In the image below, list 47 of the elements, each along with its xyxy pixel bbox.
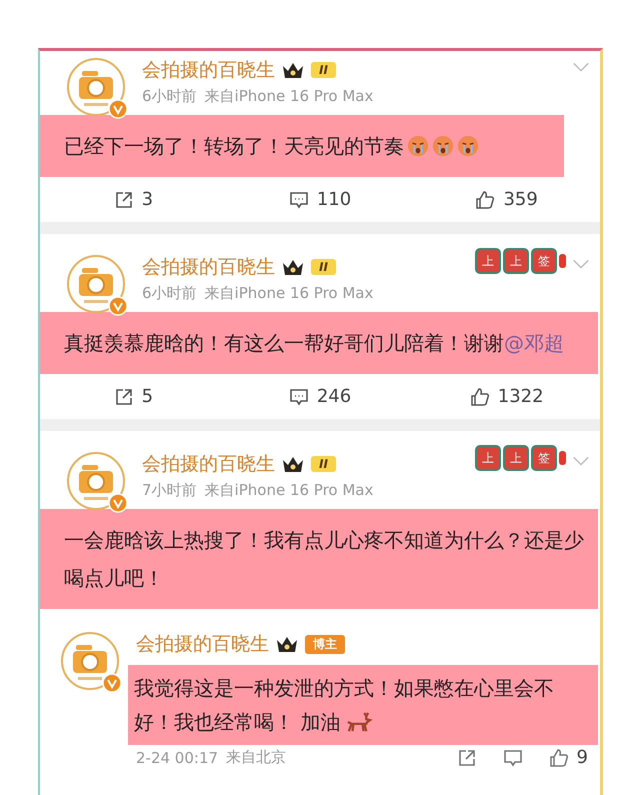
thumbs-up-icon[interactable] xyxy=(470,386,490,406)
lucky-sign-banner[interactable]: 上 上 签 xyxy=(475,248,566,274)
author-name[interactable]: 会拍摄的百晓生 xyxy=(142,57,275,83)
user-badge: II xyxy=(311,456,336,472)
comment-source: 来自北京 xyxy=(226,748,286,767)
verified-icon xyxy=(102,673,122,693)
comment-icon[interactable] xyxy=(502,748,523,768)
thumbs-up-icon[interactable] xyxy=(475,190,496,210)
post-text: 真挺羡慕鹿晗的！有这么一帮好哥们儿陪着！谢谢@邓超 xyxy=(64,330,565,357)
comment-count: 246 xyxy=(316,386,352,407)
post-time: 6小时前 xyxy=(142,284,197,303)
user-badge: II xyxy=(311,62,336,78)
post-source: 来自iPhone 16 Pro Max xyxy=(204,481,374,500)
lucky-sign-banner[interactable]: 上 上 签 xyxy=(475,445,566,471)
repost-count: 5 xyxy=(142,386,154,407)
mention-link[interactable]: @邓超 xyxy=(504,331,564,355)
like-count: 1322 xyxy=(498,386,544,407)
verified-icon xyxy=(108,493,128,513)
thumbs-up-icon[interactable] xyxy=(548,748,569,768)
share-icon[interactable] xyxy=(114,190,134,210)
post-time: 6小时前 xyxy=(142,87,197,106)
comment-count: 110 xyxy=(316,189,352,210)
comment-icon[interactable] xyxy=(288,190,309,210)
crying-face-icon xyxy=(432,135,454,157)
comment-icon[interactable] xyxy=(288,386,309,406)
repost-count: 3 xyxy=(142,189,154,210)
author-name[interactable]: 会拍摄的百晓生 xyxy=(136,631,269,657)
post-text: 我觉得这是一种发泄的方式！如果憋在心里会不好！我也经常喝！ 加油 xyxy=(134,675,555,736)
author-name[interactable]: 会拍摄的百晓生 xyxy=(142,254,275,280)
like-count: 359 xyxy=(503,189,538,210)
crying-face-icon xyxy=(457,135,479,157)
like-count: 9 xyxy=(576,747,588,768)
crying-face-icon xyxy=(407,135,429,157)
verified-icon xyxy=(108,99,128,119)
share-icon[interactable] xyxy=(456,748,477,768)
comment-time: 2-24 00:17 xyxy=(136,748,218,766)
user-badge: 博主 xyxy=(305,634,345,654)
verified-icon xyxy=(108,296,128,316)
post-source: 来自iPhone 16 Pro Max xyxy=(204,87,374,106)
author-name[interactable]: 会拍摄的百晓生 xyxy=(142,451,275,477)
avatar[interactable] xyxy=(60,631,120,691)
post-text: 已经下一场了！转场了！天亮见的节奏 xyxy=(64,127,564,165)
share-icon[interactable] xyxy=(114,386,134,406)
post-text: 一会鹿晗该上热搜了！我有点儿心疼不知道为什么？还是少喝点儿吧！ xyxy=(64,527,585,592)
post-time: 7小时前 xyxy=(142,481,197,500)
user-badge: II xyxy=(311,259,336,275)
post-source: 来自iPhone 16 Pro Max xyxy=(204,284,374,303)
